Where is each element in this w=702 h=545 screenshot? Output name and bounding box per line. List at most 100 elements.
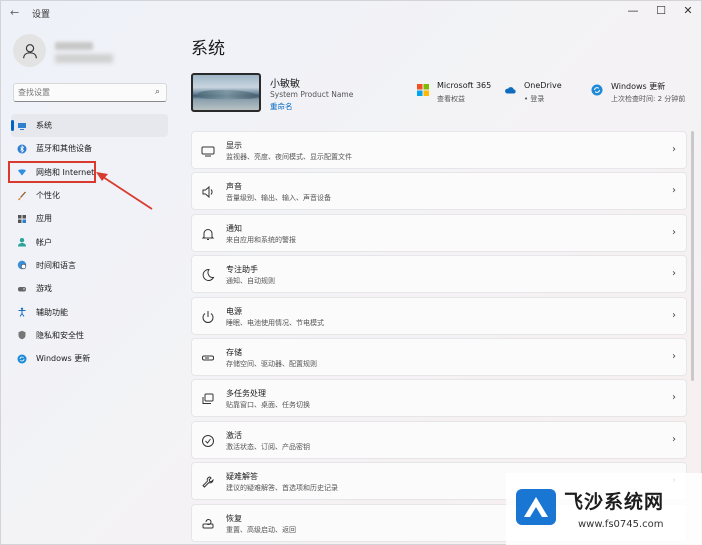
- accessibility-icon: [17, 307, 27, 317]
- watermark-text: 飞沙系统网: [564, 491, 665, 513]
- avatar[interactable]: [13, 34, 46, 67]
- card-storage[interactable]: 存储 存储空间、驱动器、配置规则 ›: [191, 337, 687, 376]
- recovery-icon: [202, 518, 214, 529]
- monitor-icon: [17, 121, 27, 131]
- multitask-icon: [202, 393, 214, 405]
- search-box[interactable]: ⌕: [13, 83, 167, 102]
- sidebar-item-windows-update[interactable]: Windows 更新: [11, 347, 168, 370]
- card-title: 声音: [226, 182, 242, 192]
- card-subtitle: 音量级别、输出、输入、声音设备: [226, 194, 331, 203]
- card-subtitle: 通知、自动规则: [226, 277, 275, 286]
- minimize-button[interactable]: —: [623, 4, 643, 17]
- card-title: 显示: [226, 141, 242, 150]
- status-subtitle: • 登录: [524, 95, 545, 103]
- card-title: 专注助手: [226, 265, 258, 275]
- watermark: 飞沙系统网 www.fs0745.com: [506, 473, 702, 545]
- wrench-icon: [202, 476, 214, 488]
- sidebar-item-label: 个性化: [36, 191, 60, 201]
- sidebar-item-accessibility[interactable]: 辅助功能: [11, 300, 168, 323]
- rename-link[interactable]: 重命名: [270, 101, 293, 112]
- chevron-right-icon: ›: [672, 144, 676, 155]
- card-subtitle: 存储空间、驱动器、配置规则: [226, 359, 317, 368]
- card-activation[interactable]: 激活 激活状态、订阅、产品密钥 ›: [191, 420, 687, 459]
- check-circle-icon: [202, 434, 214, 447]
- card-title: 疑难解答: [226, 472, 258, 482]
- card-focus-assist[interactable]: 专注助手 通知、自动规则 ›: [191, 255, 687, 294]
- card-power[interactable]: 电源 睡眠、电池使用情况、节电模式 ›: [191, 296, 687, 335]
- chevron-right-icon: ›: [672, 392, 676, 404]
- shield-icon: [17, 330, 27, 340]
- watermark-logo-icon: [516, 489, 556, 525]
- card-sound[interactable]: 声音 音量级别、输出、输入、声音设备 ›: [191, 172, 687, 211]
- status-title: Microsoft 365: [437, 81, 492, 90]
- back-button[interactable]: ←: [10, 6, 19, 19]
- search-icon[interactable]: ⌕: [155, 87, 160, 97]
- status-subtitle: 上次检查时间: 2 分钟前: [611, 95, 686, 103]
- card-title: 恢复: [226, 513, 242, 523]
- chevron-right-icon: ›: [672, 226, 676, 238]
- sidebar-item-label: 帐户: [36, 237, 52, 247]
- card-title: 多任务处理: [226, 389, 266, 399]
- sidebar-item-label: 应用: [36, 214, 52, 224]
- sidebar-item-label: 隐私和安全性: [36, 330, 84, 340]
- card-subtitle: 来自应用和系统的警报: [226, 235, 296, 244]
- desktop-wallpaper-thumbnail[interactable]: [191, 73, 261, 112]
- card-title: 通知: [226, 223, 242, 233]
- microsoft-logo-icon: [417, 84, 429, 96]
- card-notifications[interactable]: 通知 来自应用和系统的警报 ›: [191, 213, 687, 252]
- sidebar-item-label: 时间和语言: [36, 260, 76, 270]
- speaker-icon: [202, 186, 213, 199]
- page-title: 系统: [191, 39, 225, 59]
- search-input[interactable]: [18, 86, 148, 99]
- card-subtitle: 贴靠窗口、桌面、任务切换: [226, 401, 310, 410]
- chevron-right-icon: ›: [672, 309, 676, 321]
- annotation-arrow-icon: [96, 172, 153, 210]
- bluetooth-icon: [17, 144, 27, 154]
- sidebar-item-label: 系统: [36, 121, 52, 131]
- status-title: Windows 更新: [611, 82, 666, 91]
- sidebar-item-label: 游戏: [36, 284, 52, 294]
- apps-icon: [17, 214, 27, 224]
- close-button[interactable]: ✕: [678, 4, 698, 17]
- sidebar-item-label: 辅助功能: [36, 307, 68, 317]
- cloud-icon: [505, 87, 516, 94]
- sidebar-item-system[interactable]: 系统: [11, 114, 168, 138]
- update-icon: [17, 354, 27, 364]
- window-title: 设置: [32, 10, 51, 20]
- power-icon: [202, 310, 214, 323]
- card-display[interactable]: 显示 监视器、亮度、夜间模式、显示配置文件 ›: [191, 131, 687, 169]
- device-model: System Product Name: [270, 90, 354, 99]
- card-title: 激活: [226, 430, 242, 440]
- card-subtitle: 激活状态、订阅、产品密钥: [226, 442, 310, 451]
- sidebar-item-label: 蓝牙和其他设备: [36, 144, 92, 154]
- person-icon: [22, 43, 37, 58]
- sidebar-item-label: Windows 更新: [36, 354, 91, 364]
- device-name: 小敏敏: [270, 79, 300, 90]
- scrollbar[interactable]: [691, 131, 694, 381]
- chevron-right-icon: ›: [672, 350, 676, 362]
- card-multitasking[interactable]: 多任务处理 贴靠窗口、桌面、任务切换 ›: [191, 379, 687, 418]
- chevron-right-icon: ›: [672, 433, 676, 445]
- maximize-button[interactable]: ☐: [651, 4, 671, 17]
- sidebar-item-bluetooth[interactable]: 蓝牙和其他设备: [11, 137, 168, 160]
- watermark-url: www.fs0745.com: [578, 519, 664, 530]
- person-icon: [17, 237, 27, 247]
- bell-icon: [201, 228, 215, 240]
- globe-clock-icon: [17, 260, 27, 270]
- sidebar-item-accounts[interactable]: 帐户: [11, 230, 168, 253]
- update-icon: [591, 84, 603, 96]
- title-bar: ← 设置 — ☐ ✕: [1, 1, 701, 25]
- display-icon: [201, 146, 215, 157]
- chevron-right-icon: ›: [672, 268, 676, 280]
- sidebar-nav: 系统 蓝牙和其他设备 网络和 Internet 个性化 应用 帐户 时间和语言: [11, 114, 168, 370]
- user-name-redacted: [55, 42, 93, 50]
- card-subtitle: 重置、高级启动、返回: [226, 525, 296, 534]
- sidebar-item-gaming[interactable]: 游戏: [11, 277, 168, 300]
- chevron-right-icon: ›: [672, 185, 676, 197]
- card-subtitle: 建议的疑难解答、首选项和历史记录: [226, 484, 338, 493]
- sidebar-item-time-language[interactable]: 时间和语言: [11, 254, 168, 277]
- sidebar-item-privacy[interactable]: 隐私和安全性: [11, 324, 168, 347]
- status-title: OneDrive: [524, 81, 562, 90]
- settings-window: ← 设置 — ☐ ✕ ⌕ 系统 蓝牙和其他设备 网络和 Internet 个性化: [0, 0, 702, 545]
- annotation-highlight-box: [8, 161, 96, 183]
